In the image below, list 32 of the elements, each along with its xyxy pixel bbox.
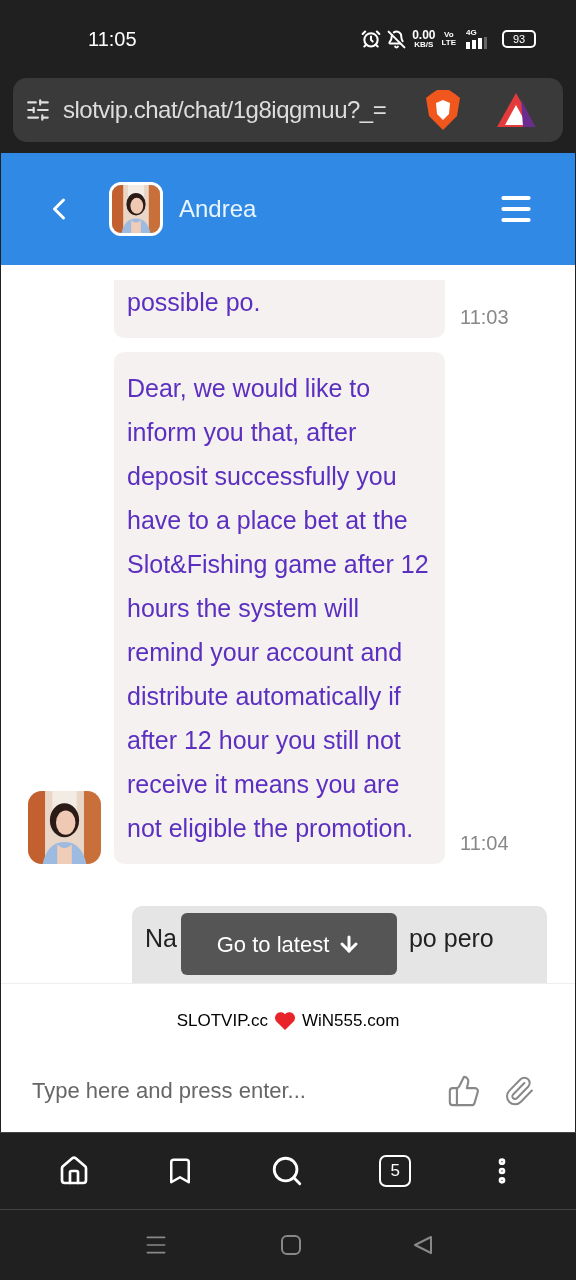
lion-shield-icon[interactable] <box>425 90 461 130</box>
site-settings-icon[interactable] <box>25 97 51 123</box>
message-time: 11:04 <box>460 831 509 856</box>
message-text: po pero <box>408 923 494 954</box>
address-bar[interactable]: slotvip.chat/chat/1g8iqgmuu?_= <box>13 78 563 142</box>
volte-label: Vo <box>443 31 454 39</box>
battery-indicator: 93 <box>502 30 536 48</box>
message-text: Na <box>145 923 177 954</box>
brand-text: WiN555.com <box>302 1010 400 1032</box>
message-input[interactable]: Type here and press enter... <box>32 1074 447 1107</box>
brand-text: SLOTVIP.cc <box>176 1010 268 1032</box>
message-text: possible po. <box>127 288 261 316</box>
alarm-icon <box>361 29 382 49</box>
tabs-button[interactable]: 5 <box>379 1155 412 1187</box>
message-time: 11:03 <box>460 305 509 330</box>
network-speed: 0.00 <box>412 29 436 41</box>
heart-icon <box>274 1010 296 1031</box>
status-time: 11:05 <box>88 27 137 52</box>
speed-unit: KB/S <box>414 41 434 49</box>
go-to-latest-button[interactable]: Go to latest <box>181 913 397 975</box>
bell-off-icon <box>387 29 407 49</box>
thumbs-up-icon[interactable] <box>447 1073 481 1108</box>
network-type: 4G <box>466 29 477 37</box>
url-text[interactable]: slotvip.chat/chat/1g8iqgmuu?_= <box>63 92 387 128</box>
signal-icon <box>466 37 488 49</box>
back-button-icon[interactable] <box>413 1235 433 1255</box>
triangle-logo-icon[interactable] <box>497 93 535 127</box>
contact-name: Andrea <box>179 194 257 224</box>
volte-label: LTE <box>441 39 456 47</box>
message-text: Dear, we would like to inform you that, after deposit successfully you have to a place bet at the Slot&Fishing game after 12 hours the system will remind your account and distribute automatically if after 12 hour you still not receive it means you are not eligible the promotion. <box>127 374 429 842</box>
home-button-icon[interactable] <box>281 1235 301 1255</box>
attach-icon[interactable] <box>503 1074 535 1107</box>
